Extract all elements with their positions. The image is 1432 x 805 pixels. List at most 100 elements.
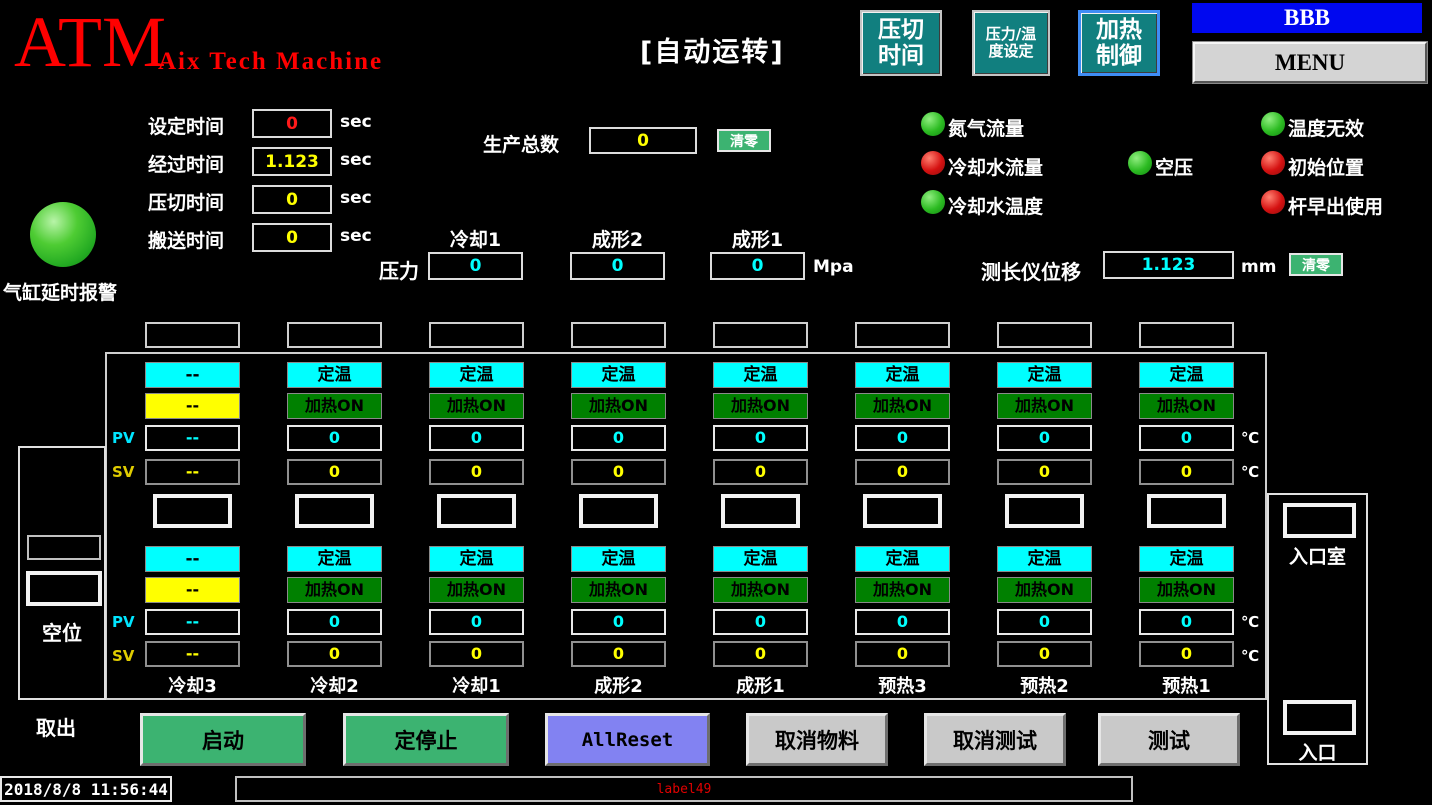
inlet-chamber-label: 入口室 bbox=[1267, 542, 1368, 569]
tray-slot-upper bbox=[713, 322, 808, 348]
pressure-temp-setting-button-line2: 度设定 bbox=[974, 43, 1048, 60]
zone-mode-box[interactable]: 定温 bbox=[287, 362, 382, 388]
stop-button[interactable]: 定停止 bbox=[343, 713, 509, 766]
sv-value-box[interactable]: 0 bbox=[429, 459, 524, 485]
tray-slot-mid bbox=[295, 494, 374, 528]
production-total-value: 0 bbox=[589, 127, 697, 154]
sv-value-box[interactable]: 0 bbox=[855, 459, 950, 485]
zone-mode-box[interactable]: 定温 bbox=[713, 546, 808, 572]
heater-state-box[interactable]: 加热ON bbox=[429, 393, 524, 419]
production-clear-button[interactable]: 清零 bbox=[717, 129, 771, 152]
app-logo: ATM bbox=[14, 6, 166, 78]
all-reset-button[interactable]: AllReset bbox=[545, 713, 710, 766]
zone-mode-box[interactable]: 定温 bbox=[713, 362, 808, 388]
zone-mode-box[interactable]: 定温 bbox=[571, 362, 666, 388]
pv-value-box: 0 bbox=[571, 609, 666, 635]
heater-state-box[interactable]: 加热ON bbox=[997, 577, 1092, 603]
transfer-time-value: 0 bbox=[252, 223, 332, 252]
zone-mode-box[interactable]: 定温 bbox=[997, 546, 1092, 572]
pressure-temp-setting-button-line1: 压力/温 bbox=[974, 26, 1048, 43]
sv-value-box[interactable]: -- bbox=[145, 459, 240, 485]
zone-mode-box[interactable]: 定温 bbox=[997, 362, 1092, 388]
pv-value-box: 0 bbox=[571, 425, 666, 451]
pv-value-box: 0 bbox=[713, 609, 808, 635]
zone-mode-box[interactable]: -- bbox=[145, 546, 240, 572]
pv-value-box: 0 bbox=[429, 609, 524, 635]
heater-state-box[interactable]: 加热ON bbox=[855, 393, 950, 419]
initial-position-label: 初始位置 bbox=[1288, 153, 1364, 180]
heater-state-box[interactable]: 加热ON bbox=[429, 577, 524, 603]
sv-value-box[interactable]: 0 bbox=[997, 641, 1092, 667]
elapsed-time-label: 经过时间 bbox=[148, 150, 224, 177]
zone-mode-box[interactable]: 定温 bbox=[429, 362, 524, 388]
menu-button[interactable]: MENU bbox=[1193, 42, 1427, 83]
sv-value-box[interactable]: 0 bbox=[571, 641, 666, 667]
pv-value-box: 0 bbox=[287, 425, 382, 451]
take-out-label: 取出 bbox=[36, 712, 76, 741]
sv-value-box[interactable]: 0 bbox=[997, 459, 1092, 485]
inlet-chamber-slot bbox=[1283, 503, 1356, 538]
sv-value-box[interactable]: 0 bbox=[287, 459, 382, 485]
heater-state-box[interactable]: 加热ON bbox=[855, 577, 950, 603]
pv-value-box: 0 bbox=[713, 425, 808, 451]
heater-state-box[interactable]: -- bbox=[145, 577, 240, 603]
sv-value-box[interactable]: 0 bbox=[1139, 459, 1234, 485]
zone-mode-box[interactable]: 定温 bbox=[855, 546, 950, 572]
heater-state-box[interactable]: -- bbox=[145, 393, 240, 419]
zone-mode-box[interactable]: 定温 bbox=[855, 362, 950, 388]
length-gauge-clear-button[interactable]: 清零 bbox=[1289, 253, 1343, 276]
cooling-water-temp-label: 冷却水温度 bbox=[948, 192, 1043, 219]
press-cut-time-button[interactable]: 压切 时间 bbox=[860, 10, 942, 76]
cancel-material-button[interactable]: 取消物料 bbox=[746, 713, 888, 766]
set-time-unit: sec bbox=[340, 112, 372, 132]
zone-mode-box[interactable]: 定温 bbox=[429, 546, 524, 572]
cancel-test-button[interactable]: 取消测试 bbox=[924, 713, 1066, 766]
heater-state-box[interactable]: 加热ON bbox=[571, 577, 666, 603]
sv-value-box[interactable]: 0 bbox=[1139, 641, 1234, 667]
heater-state-box[interactable]: 加热ON bbox=[713, 577, 808, 603]
length-gauge-value: 1.123 bbox=[1103, 251, 1234, 279]
tray-slot-mid bbox=[579, 494, 658, 528]
heater-state-box[interactable]: 加热ON bbox=[1139, 577, 1234, 603]
sv-value-box[interactable]: 0 bbox=[855, 641, 950, 667]
heater-state-box[interactable]: 加热ON bbox=[287, 577, 382, 603]
sv-value-box[interactable]: 0 bbox=[713, 641, 808, 667]
rod-early-out-light bbox=[1261, 190, 1285, 214]
pressure-temp-setting-button[interactable]: 压力/温 度设定 bbox=[972, 10, 1050, 76]
cylinder-alarm-label: 气缸延时报警 bbox=[3, 278, 117, 305]
banner-title: BBB bbox=[1192, 3, 1422, 33]
pressure-channel1-name: 冷却1 bbox=[428, 225, 523, 252]
heater-state-box[interactable]: 加热ON bbox=[571, 393, 666, 419]
zone-mode-box[interactable]: 定温 bbox=[1139, 546, 1234, 572]
heating-control-button[interactable]: 加热 制御 bbox=[1078, 10, 1160, 76]
heater-state-box[interactable]: 加热ON bbox=[997, 393, 1092, 419]
start-button[interactable]: 启动 bbox=[140, 713, 306, 766]
sv-value-box[interactable]: 0 bbox=[287, 641, 382, 667]
zone-mode-box[interactable]: -- bbox=[145, 362, 240, 388]
sv-value-box[interactable]: -- bbox=[145, 641, 240, 667]
zone-name-label: 预热3 bbox=[855, 672, 950, 698]
heater-state-box[interactable]: 加热ON bbox=[713, 393, 808, 419]
sv-value-box[interactable]: 0 bbox=[713, 459, 808, 485]
pv-value-box: 0 bbox=[1139, 609, 1234, 635]
sv-value-box[interactable]: 0 bbox=[571, 459, 666, 485]
zone-mode-box[interactable]: 定温 bbox=[287, 546, 382, 572]
heater-state-box[interactable]: 加热ON bbox=[1139, 393, 1234, 419]
zone-name-label: 成形2 bbox=[571, 672, 666, 698]
transfer-time-label: 搬送时间 bbox=[148, 226, 224, 253]
pv-value-box: 0 bbox=[997, 609, 1092, 635]
heater-state-box[interactable]: 加热ON bbox=[287, 393, 382, 419]
cooling-water-flow-label: 冷却水流量 bbox=[948, 153, 1043, 180]
pv-value-box: 0 bbox=[1139, 425, 1234, 451]
zone-name-label: 预热2 bbox=[997, 672, 1092, 698]
run-mode-label: [自动运转] bbox=[640, 30, 785, 69]
zone-mode-box[interactable]: 定温 bbox=[1139, 362, 1234, 388]
sv-row-label-upper: SV bbox=[112, 463, 134, 481]
test-button[interactable]: 测试 bbox=[1098, 713, 1240, 766]
pressure-channel2-value: 0 bbox=[570, 252, 665, 280]
cylinder-alarm-light bbox=[30, 202, 96, 267]
length-gauge-label: 测长仪位移 bbox=[981, 256, 1081, 285]
zone-mode-box[interactable]: 定温 bbox=[571, 546, 666, 572]
sv-value-box[interactable]: 0 bbox=[429, 641, 524, 667]
zone-name-label: 冷却1 bbox=[429, 672, 524, 698]
